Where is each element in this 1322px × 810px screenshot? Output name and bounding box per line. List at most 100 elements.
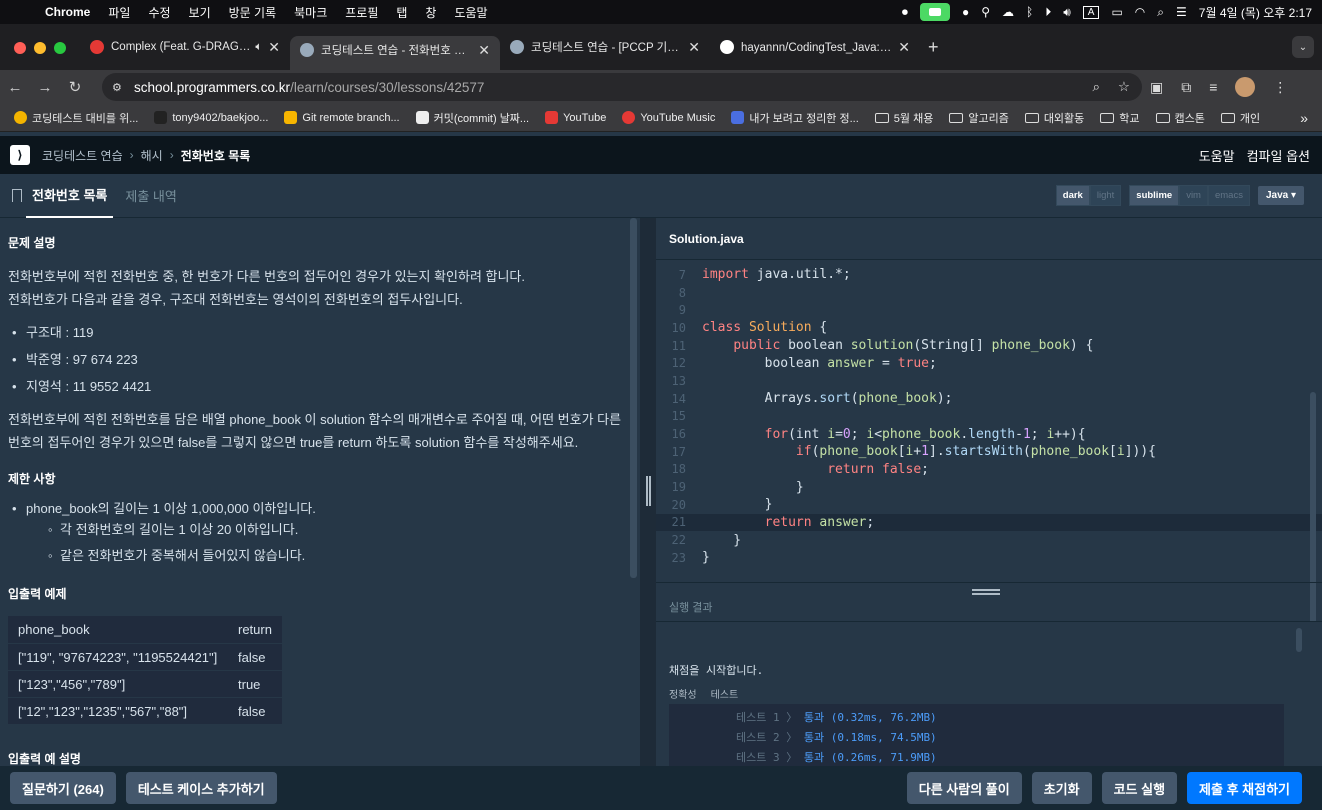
- close-window-button[interactable]: [14, 42, 26, 54]
- add-testcase-button[interactable]: 테스트 케이스 추가하기: [125, 772, 277, 804]
- profile-avatar[interactable]: [1235, 77, 1256, 97]
- ask-question-button[interactable]: 질문하기 (264): [10, 772, 116, 804]
- programmers-logo[interactable]: ⟩: [10, 145, 30, 165]
- language-select[interactable]: Java ▾: [1257, 186, 1304, 205]
- bookmark-item[interactable]: YouTube: [537, 111, 614, 124]
- compile-options-link[interactable]: 컴파일 옵션: [1247, 146, 1310, 165]
- result-scrollbar[interactable]: [1296, 628, 1302, 652]
- code-line[interactable]: 16 for (int i = 0; i < phone_book. length -1; i…: [656, 425, 1322, 443]
- code-line[interactable]: 15: [656, 408, 1322, 426]
- bookmark-folder[interactable]: 대외활동: [1017, 110, 1092, 126]
- bookmark-folder[interactable]: 알고리즘: [941, 110, 1016, 126]
- bookmark-item[interactable]: 코딩테스트 대비를 위...: [6, 110, 146, 126]
- code-editor[interactable]: 7 import java.util.*; 8 9 10 class Solutio…: [656, 266, 1322, 632]
- resize-handle-icon[interactable]: [972, 589, 1000, 595]
- reset-button[interactable]: 초기화: [1031, 772, 1092, 804]
- datetime[interactable]: 7월 4일 (목) 오후 2:17: [1199, 4, 1312, 21]
- close-tab-icon[interactable]: ✕: [898, 39, 910, 56]
- forward-icon[interactable]: →: [30, 79, 60, 96]
- more-menu-icon[interactable]: ⋮: [1273, 79, 1287, 96]
- close-tab-icon[interactable]: ✕: [478, 42, 490, 59]
- bookmark-folder[interactable]: 개인: [1213, 110, 1268, 126]
- play-icon[interactable]: ⏵: [1045, 5, 1051, 20]
- result-resizer[interactable]: 실행 결과: [656, 582, 1322, 622]
- tab-search-button[interactable]: ⌄: [1292, 36, 1314, 58]
- code-line-current[interactable]: 21 return answer;: [656, 513, 1322, 532]
- zoom-window-button[interactable]: [54, 42, 66, 54]
- menu-window[interactable]: 창: [416, 4, 445, 21]
- cloud-icon[interactable]: ☁: [1002, 5, 1014, 19]
- breadcrumb-category[interactable]: 해시: [141, 147, 163, 164]
- stylus-icon[interactable]: ⚲: [981, 5, 990, 19]
- code-line[interactable]: 9: [656, 301, 1322, 319]
- help-link[interactable]: 도움말: [1199, 146, 1235, 165]
- bookmark-item[interactable]: 커밋(commit) 날짜...: [408, 110, 537, 126]
- battery-icon[interactable]: ▭: [1111, 5, 1122, 19]
- tab-submissions[interactable]: 제출 내역: [119, 174, 182, 218]
- submit-button[interactable]: 제출 후 채점하기: [1187, 772, 1302, 804]
- bookmark-folder[interactable]: 학교: [1092, 110, 1147, 126]
- code-line[interactable]: 12 boolean answer = true;: [656, 354, 1322, 372]
- bookmark-icon[interactable]: [12, 189, 22, 202]
- zoom-icon[interactable]: ⌕: [1092, 79, 1100, 95]
- keymap-sublime-option[interactable]: sublime: [1129, 185, 1180, 206]
- keymap-vim-option[interactable]: vim: [1179, 185, 1208, 206]
- browser-tab-github[interactable]: hayannn/CodingTest_Java: 백준 ✕: [710, 32, 920, 62]
- problem-panel[interactable]: 문제 설명 전화번호부에 적힌 전화번호 중, 한 번호가 다른 번호의 접두어…: [0, 218, 640, 766]
- menu-help[interactable]: 도움말: [445, 4, 496, 21]
- bookmark-item[interactable]: 내가 보려고 정리한 정...: [723, 110, 866, 126]
- audio-icon[interactable]: 🔈︎: [255, 41, 262, 54]
- code-line[interactable]: 10 class Solution {: [656, 319, 1322, 337]
- bookmark-folder[interactable]: 5월 채용: [867, 110, 942, 126]
- close-tab-icon[interactable]: ✕: [268, 39, 280, 56]
- menu-history[interactable]: 방문 기록: [220, 4, 286, 21]
- back-icon[interactable]: ←: [0, 79, 30, 96]
- run-code-button[interactable]: 코드 실행: [1101, 772, 1178, 804]
- address-bar[interactable]: ⚙ school.programmers.co.kr/learn/courses…: [102, 73, 1142, 101]
- menu-chrome[interactable]: Chrome: [36, 5, 99, 19]
- media-controls-icon[interactable]: ≡: [1209, 79, 1217, 95]
- menu-profile[interactable]: 프로필: [336, 4, 387, 21]
- code-line[interactable]: 13: [656, 372, 1322, 390]
- code-line[interactable]: 8: [656, 284, 1322, 302]
- theme-dark-option[interactable]: dark: [1055, 185, 1090, 206]
- meet-icon[interactable]: [919, 3, 950, 21]
- extensions-puzzle-icon[interactable]: ⧉: [1181, 79, 1191, 96]
- menu-file[interactable]: 파일: [99, 4, 139, 21]
- close-tab-icon[interactable]: ✕: [688, 39, 700, 56]
- problem-scrollbar[interactable]: [630, 218, 637, 578]
- code-line[interactable]: 14 Arrays. sort(phone_book);: [656, 390, 1322, 408]
- theme-light-option[interactable]: light: [1089, 185, 1122, 206]
- code-line[interactable]: 18 return false;: [656, 461, 1322, 479]
- browser-tab-music[interactable]: Complex (Feat. G-DRAGON) 🔈︎ ✕: [80, 32, 290, 62]
- bookmark-star-icon[interactable]: ☆: [1118, 79, 1130, 95]
- tab-problem[interactable]: 전화번호 목록: [26, 174, 114, 218]
- reload-icon[interactable]: ↻: [60, 78, 90, 96]
- result-tab-test[interactable]: 테스트: [711, 686, 739, 701]
- browser-tab-pccp[interactable]: 코딩테스트 연습 - [PCCP 기출문제] ✕: [500, 32, 710, 62]
- code-line[interactable]: 17 if(phone_book[i +1]. startsWith(phone_b…: [656, 443, 1322, 461]
- bookmark-item[interactable]: tony9402/baekjoo...: [146, 111, 276, 124]
- code-line[interactable]: 20 }: [656, 496, 1322, 514]
- menu-tab[interactable]: 탭: [387, 4, 416, 21]
- site-info-icon[interactable]: ⚙: [112, 81, 122, 94]
- bookmark-folder[interactable]: 캡스톤: [1148, 110, 1213, 126]
- menu-bookmarks[interactable]: 북마크: [285, 4, 336, 21]
- code-line[interactable]: 7 import java.util.*;: [656, 266, 1322, 284]
- code-line[interactable]: 23}: [656, 549, 1322, 567]
- menu-edit[interactable]: 수정: [139, 4, 179, 21]
- keymap-emacs-option[interactable]: emacs: [1207, 185, 1250, 206]
- input-source-indicator[interactable]: A: [1082, 5, 1100, 19]
- code-line[interactable]: 19 }: [656, 478, 1322, 496]
- bookmark-item[interactable]: YouTube Music: [614, 111, 723, 124]
- volume-icon[interactable]: 🔊︎: [1063, 5, 1071, 20]
- wifi-icon[interactable]: ◠: [1135, 5, 1145, 19]
- bookmarks-overflow-icon[interactable]: »: [1300, 110, 1308, 126]
- control-center-icon[interactable]: ☰: [1176, 5, 1187, 19]
- extension-status-icon[interactable]: ●: [962, 5, 969, 19]
- menu-view[interactable]: 보기: [180, 4, 220, 21]
- browser-tab-phonebook[interactable]: 코딩테스트 연습 - 전화번호 목록 | 프로그래머스 ✕: [290, 36, 500, 70]
- panel-resizer[interactable]: [640, 218, 656, 766]
- minimize-window-button[interactable]: [34, 42, 46, 54]
- bookmark-item[interactable]: Git remote branch...: [276, 111, 407, 124]
